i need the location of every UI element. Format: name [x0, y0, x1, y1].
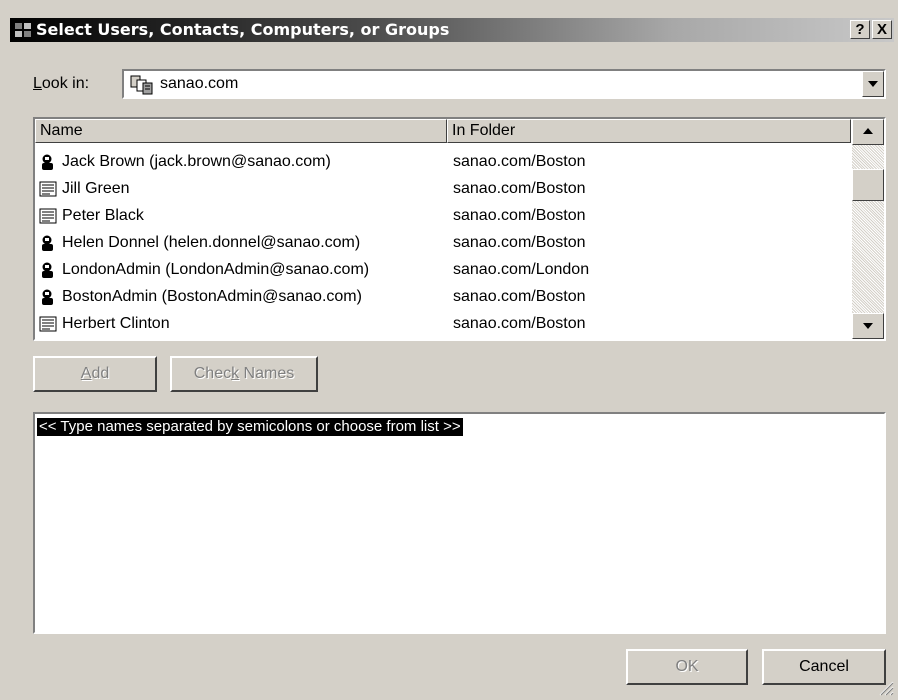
list-item[interactable]: Jill Green sanao.com/Boston: [35, 176, 851, 203]
row-folder: sanao.com/Boston: [453, 288, 586, 305]
list-item[interactable]: Helen Donnel (helen.donnel@sanao.com) sa…: [35, 230, 851, 257]
add-button-rest: dd: [91, 365, 110, 382]
lookin-label-rest: ook in:: [41, 75, 90, 92]
combo-dropdown-button[interactable]: [862, 71, 884, 97]
check-names-pre: Chec: [193, 365, 232, 382]
help-button[interactable]: ?: [850, 20, 870, 39]
row-folder: sanao.com/Boston: [453, 234, 586, 251]
title-bar[interactable]: Select Users, Contacts, Computers, or Gr…: [10, 18, 894, 42]
row-name: Helen Donnel (helen.donnel@sanao.com): [62, 234, 361, 251]
row-folder: sanao.com/Boston: [453, 153, 586, 170]
cancel-button[interactable]: Cancel: [762, 649, 886, 685]
chevron-up-icon: [863, 128, 873, 134]
vertical-scrollbar[interactable]: [852, 119, 884, 339]
row-name: Jack Brown (jack.brown@sanao.com): [62, 153, 331, 170]
ok-button[interactable]: OK: [626, 649, 748, 685]
list-item[interactable]: LondonAdmin (LondonAdmin@sanao.com) sana…: [35, 257, 851, 284]
contact-icon: [39, 316, 57, 332]
lookin-value: sanao.com: [160, 75, 239, 92]
row-folder: sanao.com/Boston: [453, 207, 586, 224]
list-item[interactable]: BostonAdmin (BostonAdmin@sanao.com) sana…: [35, 284, 851, 311]
scroll-thumb[interactable]: [852, 169, 884, 201]
row-name: Peter Black: [62, 207, 144, 224]
chevron-down-icon: [863, 323, 873, 329]
add-button-accel: A: [80, 365, 92, 382]
user-icon: [42, 154, 53, 170]
names-hint-text: << Type names separated by semicolons or…: [37, 418, 463, 436]
column-header-name[interactable]: Name: [35, 119, 447, 143]
user-icon: [42, 262, 53, 278]
domain-icon: [130, 75, 153, 95]
row-folder: sanao.com/Boston: [453, 180, 586, 197]
close-button[interactable]: X: [872, 20, 892, 39]
list-item[interactable]: Jack Brown (jack.brown@sanao.com) sanao.…: [35, 149, 851, 176]
contact-icon: [39, 181, 57, 197]
check-names-post: Names: [239, 365, 295, 382]
selected-names-input[interactable]: << Type names separated by semicolons or…: [33, 412, 886, 634]
user-icon: [42, 235, 53, 251]
chevron-down-icon: [868, 81, 878, 87]
lookin-combo[interactable]: sanao.com: [122, 69, 886, 99]
dialog-icon: [15, 23, 31, 37]
add-button[interactable]: Add: [33, 356, 157, 392]
check-names-button[interactable]: Check Names: [170, 356, 318, 392]
check-names-accel: k: [231, 365, 240, 382]
scroll-down-button[interactable]: [852, 313, 884, 339]
dialog-window: Select Users, Contacts, Computers, or Gr…: [0, 0, 898, 700]
row-folder: sanao.com/London: [453, 261, 590, 278]
lookin-label-accel: L: [33, 75, 42, 92]
row-name: Herbert Clinton: [62, 315, 170, 332]
list-item[interactable]: Herbert Clinton sanao.com/Boston: [35, 311, 851, 338]
column-header-in-folder[interactable]: In Folder: [447, 119, 851, 143]
row-folder: sanao.com/Boston: [453, 315, 586, 332]
row-name: BostonAdmin (BostonAdmin@sanao.com): [62, 288, 362, 305]
window-title: Select Users, Contacts, Computers, or Gr…: [36, 20, 450, 39]
contact-icon: [39, 208, 57, 224]
lookin-label: Look in:: [33, 75, 89, 93]
row-name: LondonAdmin (LondonAdmin@sanao.com): [62, 261, 370, 278]
list-item[interactable]: Peter Black sanao.com/Boston: [35, 203, 851, 230]
results-list[interactable]: Name In Folder Jack Brown (jack.brown@sa…: [33, 117, 886, 341]
row-name: Jill Green: [62, 180, 130, 197]
scroll-up-button[interactable]: [852, 119, 884, 145]
resize-grip-icon[interactable]: [878, 680, 894, 696]
user-icon: [42, 289, 53, 305]
